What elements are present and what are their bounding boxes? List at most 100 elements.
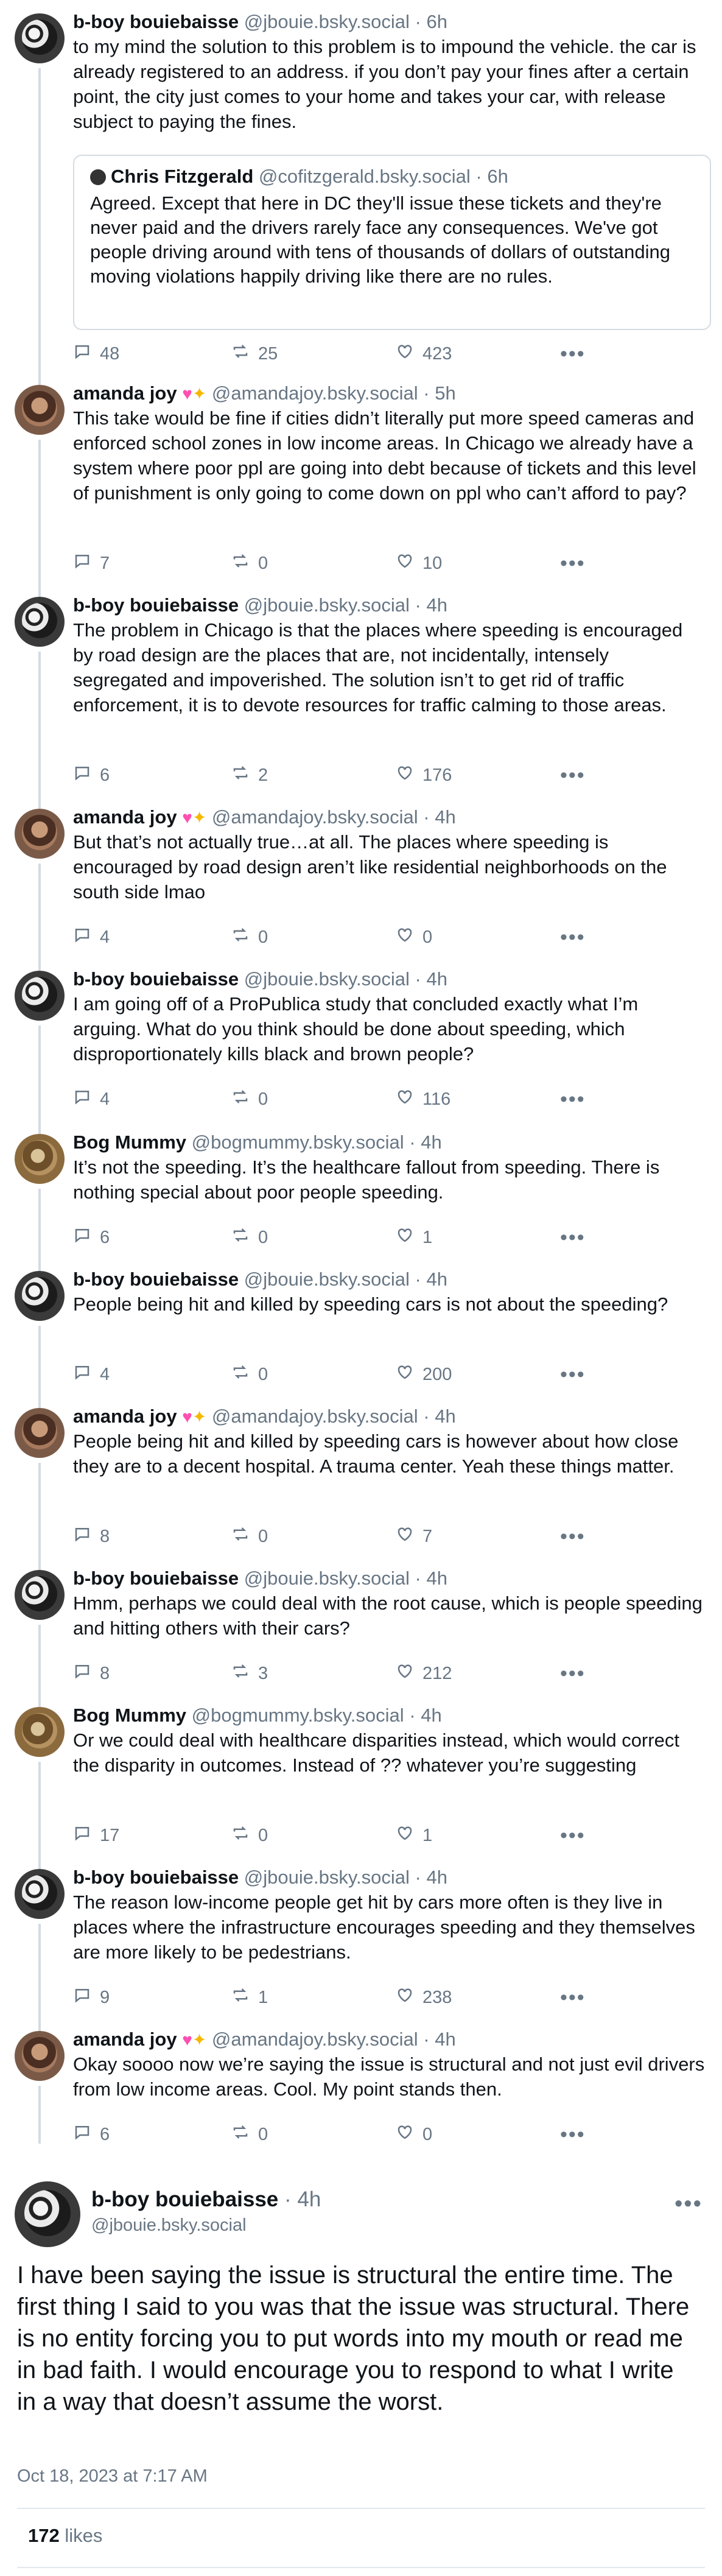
author-name[interactable]: b-boy bouiebaisse bbox=[73, 1867, 239, 1888]
quoted-post-text: Agreed. Except that here in DC they'll i… bbox=[90, 192, 671, 287]
timestamp: 5h bbox=[435, 382, 456, 404]
post-header: amanda joy ♥✦ @amandajoy.bsky.social · 4… bbox=[73, 1404, 456, 1429]
like-button[interactable]: 1 bbox=[396, 1824, 432, 1847]
like-button[interactable]: 200 bbox=[396, 1363, 452, 1386]
repost-button[interactable]: 2 bbox=[231, 764, 268, 787]
author-handle[interactable]: @amandajoy.bsky.social bbox=[212, 806, 418, 828]
like-button[interactable]: 7 bbox=[396, 1525, 432, 1548]
avatar[interactable] bbox=[15, 971, 65, 1021]
avatar[interactable] bbox=[15, 597, 65, 647]
author-name[interactable]: b-boy bouiebaisse bbox=[73, 1568, 239, 1589]
reply-button[interactable]: 4 bbox=[73, 1088, 110, 1111]
author-name[interactable]: amanda joy bbox=[73, 2029, 177, 2050]
avatar[interactable] bbox=[15, 2181, 80, 2247]
author-name[interactable]: b-boy bouiebaisse bbox=[73, 968, 239, 990]
author-handle[interactable]: @amandajoy.bsky.social bbox=[212, 382, 418, 404]
author-name[interactable]: amanda joy bbox=[73, 1406, 177, 1427]
reply-button[interactable]: 4 bbox=[73, 926, 110, 949]
author-handle[interactable]: @amandajoy.bsky.social bbox=[212, 1406, 418, 1427]
more-options-icon[interactable]: ••• bbox=[560, 926, 586, 949]
author-name[interactable]: b-boy bouiebaisse bbox=[73, 11, 239, 32]
repost-button[interactable]: 0 bbox=[231, 552, 268, 575]
author-name[interactable]: Bog Mummy bbox=[73, 1131, 186, 1153]
reply-button[interactable]: 8 bbox=[73, 1525, 110, 1548]
reply-button[interactable]: 6 bbox=[73, 2123, 110, 2146]
repost-button[interactable]: 25 bbox=[231, 342, 278, 365]
avatar[interactable] bbox=[15, 1570, 65, 1620]
like-button[interactable]: 0 bbox=[396, 926, 432, 949]
author-handle[interactable]: @jbouie.bsky.social bbox=[244, 1568, 410, 1589]
avatar[interactable] bbox=[15, 1707, 65, 1757]
avatar[interactable] bbox=[15, 1408, 65, 1458]
timestamp: 4h bbox=[297, 2187, 321, 2211]
avatar[interactable] bbox=[15, 1869, 65, 1919]
like-button[interactable]: 176 bbox=[396, 764, 452, 787]
like-button[interactable]: 423 bbox=[396, 342, 452, 365]
author-name[interactable]: b-boy bouiebaisse bbox=[73, 1269, 239, 1290]
repost-button[interactable]: 1 bbox=[231, 1986, 268, 2009]
author-handle[interactable]: @jbouie.bsky.social bbox=[244, 594, 410, 616]
timestamp: 4h bbox=[435, 1406, 456, 1427]
reply-button[interactable]: 48 bbox=[73, 342, 119, 365]
repost-button[interactable]: 3 bbox=[231, 1662, 268, 1685]
more-options-icon[interactable]: ••• bbox=[560, 342, 586, 366]
more-options-icon[interactable]: ••• bbox=[560, 1525, 586, 1549]
like-button[interactable]: 0 bbox=[396, 2123, 432, 2146]
avatar[interactable] bbox=[15, 809, 65, 859]
reply-button[interactable]: 6 bbox=[73, 1226, 110, 1249]
avatar[interactable] bbox=[15, 385, 65, 435]
more-options-icon[interactable]: ••• bbox=[560, 1662, 586, 1686]
repost-count: 3 bbox=[258, 1663, 268, 1683]
reply-button[interactable]: 7 bbox=[73, 552, 110, 575]
reply-button[interactable]: 9 bbox=[73, 1986, 110, 2009]
reply-button[interactable]: 4 bbox=[73, 1363, 110, 1386]
more-options-icon[interactable]: ••• bbox=[675, 2191, 703, 2217]
author-name[interactable]: b-boy bouiebaisse bbox=[91, 2187, 278, 2211]
like-button[interactable]: 1 bbox=[396, 1226, 432, 1249]
author-handle[interactable]: @jbouie.bsky.social bbox=[244, 1269, 410, 1290]
author-handle[interactable]: @bogmummy.bsky.social bbox=[192, 1131, 404, 1153]
more-options-icon[interactable]: ••• bbox=[560, 1088, 586, 1111]
more-options-icon[interactable]: ••• bbox=[560, 2123, 586, 2147]
repost-button[interactable]: 0 bbox=[231, 1824, 268, 1847]
reply-button[interactable]: 6 bbox=[73, 764, 110, 787]
reply-button[interactable]: 17 bbox=[73, 1824, 119, 1847]
more-options-icon[interactable]: ••• bbox=[560, 764, 586, 787]
author-name[interactable]: Bog Mummy bbox=[73, 1705, 186, 1726]
author-name[interactable]: amanda joy bbox=[73, 806, 177, 828]
post-header: Bog Mummy @bogmummy.bsky.social · 4h bbox=[73, 1130, 442, 1155]
more-options-icon[interactable]: ••• bbox=[560, 1824, 586, 1848]
like-button[interactable]: 116 bbox=[396, 1088, 450, 1111]
author-name[interactable]: b-boy bouiebaisse bbox=[73, 594, 239, 616]
main-post-text: I have been saying the issue is structur… bbox=[17, 2262, 690, 2415]
author-handle[interactable]: @jbouie.bsky.social bbox=[91, 2215, 247, 2236]
like-button[interactable]: 238 bbox=[396, 1986, 452, 2009]
avatar[interactable] bbox=[15, 2031, 65, 2081]
timestamp: 4h bbox=[426, 1269, 447, 1290]
quoted-post[interactable]: Chris Fitzgerald @cofitzgerald.bsky.soci… bbox=[73, 155, 711, 330]
like-button[interactable]: 10 bbox=[396, 552, 442, 575]
more-options-icon[interactable]: ••• bbox=[560, 552, 586, 575]
repost-button[interactable]: 0 bbox=[231, 1088, 268, 1111]
author-handle[interactable]: @amandajoy.bsky.social bbox=[212, 2029, 418, 2050]
avatar[interactable] bbox=[15, 1271, 65, 1321]
main-post-author[interactable]: b-boy bouiebaisse · 4h bbox=[91, 2187, 321, 2212]
likes-count[interactable]: 172 likes bbox=[28, 2525, 102, 2547]
author-handle[interactable]: @jbouie.bsky.social bbox=[244, 11, 410, 32]
author-handle[interactable]: @bogmummy.bsky.social bbox=[192, 1705, 404, 1726]
more-options-icon[interactable]: ••• bbox=[560, 1226, 586, 1250]
like-button[interactable]: 212 bbox=[396, 1662, 452, 1685]
reply-button[interactable]: 8 bbox=[73, 1662, 110, 1685]
avatar[interactable] bbox=[15, 13, 65, 63]
more-options-icon[interactable]: ••• bbox=[560, 1986, 586, 2010]
author-name[interactable]: amanda joy bbox=[73, 382, 177, 404]
repost-button[interactable]: 0 bbox=[231, 1226, 268, 1249]
author-handle[interactable]: @jbouie.bsky.social bbox=[244, 968, 410, 990]
repost-button[interactable]: 0 bbox=[231, 2123, 268, 2146]
repost-button[interactable]: 0 bbox=[231, 1363, 268, 1386]
more-options-icon[interactable]: ••• bbox=[560, 1363, 586, 1387]
author-handle[interactable]: @jbouie.bsky.social bbox=[244, 1867, 410, 1888]
avatar[interactable] bbox=[15, 1134, 65, 1184]
repost-button[interactable]: 0 bbox=[231, 1525, 268, 1548]
repost-button[interactable]: 0 bbox=[231, 926, 268, 949]
